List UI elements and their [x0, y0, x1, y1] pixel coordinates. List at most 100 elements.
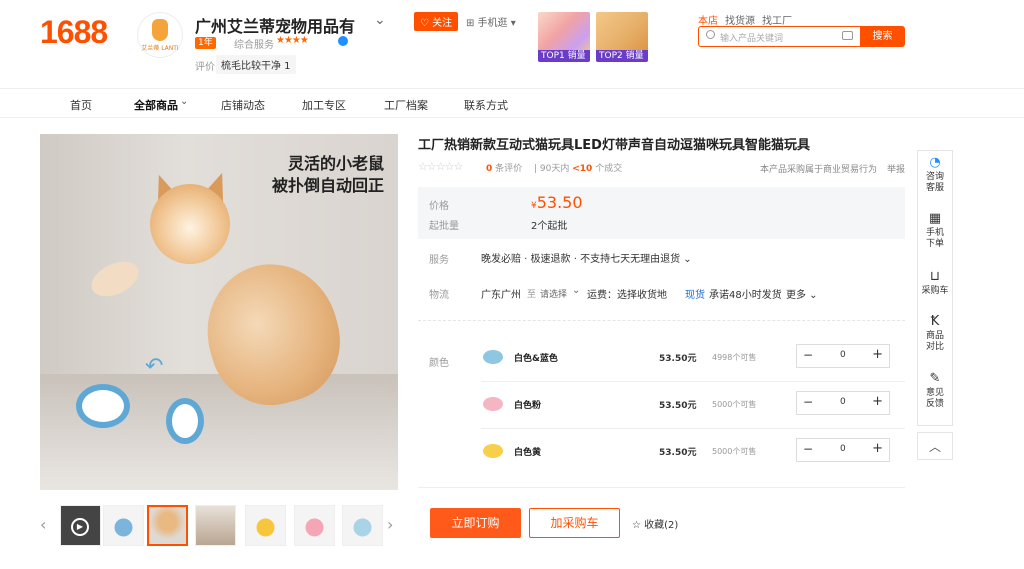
plus-button[interactable]: +	[872, 441, 883, 456]
compare-icon: Ꝁ	[930, 314, 940, 329]
cat-head	[150, 184, 230, 264]
moq-value: 2个起批	[531, 221, 568, 232]
plus-button[interactable]: +	[872, 347, 883, 362]
review-tag[interactable]: 梳毛比较干净 1	[216, 55, 296, 74]
chevron-down-icon[interactable]: ⌄	[572, 285, 580, 296]
thumbnail[interactable]	[245, 505, 286, 546]
thumbnail[interactable]	[342, 505, 383, 546]
rail-service-label: 咨询 客服	[925, 172, 944, 193]
quantity-stepper: − 0 +	[796, 391, 890, 415]
edit-icon: ✎	[929, 371, 941, 386]
more-logistics-link[interactable]: 更多 ⌄	[786, 286, 818, 301]
sales-prefix: 90天内	[539, 164, 570, 174]
sku-row: 白色&蓝色 53.50元 4998个可售 − 0 +	[481, 336, 905, 382]
service-stars: ★★★★	[276, 35, 309, 46]
sku-stock: 4998个可售	[712, 353, 757, 362]
nav-processing[interactable]: 加工专区	[302, 97, 346, 113]
toy-mouse	[166, 398, 204, 444]
service-guarantees[interactable]: 晚发必赔 · 极速退款 · 不支持七天无理由退货 ⌄	[481, 250, 692, 265]
price-label: 价格	[429, 201, 449, 212]
thumbnail[interactable]	[294, 505, 335, 546]
overall-service-label: 综合服务	[234, 40, 274, 51]
ship-to-select[interactable]: 请选择	[540, 287, 567, 300]
image-overlay-text: 灵活的小老鼠	[287, 154, 384, 173]
nav-all-products[interactable]: 全部商品	[134, 97, 178, 113]
sales-suffix: 个成交	[595, 164, 623, 174]
thumbnail-selected[interactable]	[147, 505, 188, 546]
price-panel	[418, 187, 905, 239]
nav-contact[interactable]: 联系方式	[464, 97, 508, 113]
play-icon: ▶	[71, 518, 89, 536]
favorite-button[interactable]: ☆ 收藏(2)	[632, 516, 678, 531]
follow-button[interactable]: ♡ 关注	[414, 12, 459, 31]
nav-factory-archive[interactable]: 工厂档案	[384, 97, 428, 113]
sku-thumbnail[interactable]	[483, 350, 503, 364]
thumb-prev-icon[interactable]: ‹	[40, 505, 52, 545]
qrcode-icon: ▦	[928, 211, 942, 226]
search-button[interactable]: 搜索	[860, 26, 905, 47]
minus-button[interactable]: −	[803, 395, 813, 409]
promo-top2-badge: TOP2 销量	[596, 50, 648, 62]
minus-button[interactable]: −	[803, 348, 813, 362]
buy-now-button[interactable]: 立即订购	[430, 508, 521, 538]
price-value: ¥53.50	[531, 193, 583, 212]
mobile-shop-link[interactable]: ⊞ 手机逛 ▾	[466, 14, 516, 29]
review-count-number: 0	[486, 164, 493, 174]
thumbnail[interactable]	[195, 505, 236, 546]
rail-feedback[interactable]: ✎ 意见 反馈	[917, 372, 953, 410]
ship-to-label: 至	[527, 290, 537, 300]
back-to-top-button[interactable]: ︿	[917, 432, 953, 460]
search-placeholder: 输入产品关键词	[720, 34, 784, 44]
chat-icon: ◔	[929, 155, 941, 170]
review-label: 评价	[195, 62, 215, 73]
thumbnail-video[interactable]: ▶	[60, 505, 101, 546]
image-overlay-text: 被扑倒自动回正	[271, 176, 384, 195]
hand-icon	[152, 18, 168, 41]
chevron-down-icon[interactable]: ⌄	[374, 12, 386, 28]
shop-name[interactable]: 广州艾兰蒂宠物用品有	[195, 13, 355, 37]
sku-thumbnail[interactable]	[483, 397, 503, 411]
ship-promise: 承诺48小时发货	[709, 290, 782, 301]
search-icon	[706, 30, 715, 39]
toy-mouse	[76, 384, 130, 428]
service-label: 服务	[429, 255, 449, 266]
quantity-input[interactable]: 0	[840, 397, 846, 407]
sku-price: 53.50元	[659, 448, 697, 458]
review-count[interactable]: 0 条评价	[486, 161, 522, 174]
promo-top2[interactable]: TOP2 销量	[596, 12, 648, 62]
main-product-image[interactable]: ↶ 灵活的小老鼠 被扑倒自动回正	[40, 134, 398, 490]
rating-stars: ☆☆☆☆☆	[418, 160, 463, 173]
sku-name: 白色黄	[514, 448, 542, 458]
nav-shop-news[interactable]: 店铺动态	[221, 97, 265, 113]
rail-compare[interactable]: Ꝁ 商品 对比	[917, 315, 953, 353]
promo-top1[interactable]: TOP1 销量	[538, 12, 590, 62]
thumbnail[interactable]	[103, 505, 144, 546]
quantity-input[interactable]: 0	[840, 444, 846, 454]
thumb-next-icon[interactable]: ›	[387, 505, 399, 545]
quantity-input[interactable]: 0	[840, 350, 846, 360]
sku-name: 白色&蓝色	[514, 354, 558, 364]
camera-icon[interactable]	[842, 31, 853, 40]
years-badge: 1年	[195, 37, 216, 49]
shop-avatar[interactable]: 艾兰蒂 LANTI	[137, 12, 183, 58]
sales-90-days: | 90天内 <10 个成交	[534, 164, 623, 174]
sales-number: <10	[572, 164, 593, 174]
rail-mobile-order[interactable]: ▦ 手机 下单	[917, 212, 953, 250]
logistics-label: 物流	[429, 290, 449, 301]
sku-thumbnail[interactable]	[483, 444, 503, 458]
chevron-down-icon[interactable]: ⌄	[180, 96, 188, 107]
site-logo[interactable]: 1688	[40, 14, 108, 51]
search-tab-find-source[interactable]: 找货源	[725, 12, 755, 27]
quantity-stepper: − 0 +	[796, 344, 890, 368]
add-to-cart-button[interactable]: 加采购车	[529, 508, 620, 538]
minus-button[interactable]: −	[803, 442, 813, 456]
rail-compare-label: 商品 对比	[925, 331, 944, 352]
rail-cart[interactable]: ⊔ 采购车	[917, 270, 953, 297]
rail-customer-service[interactable]: ◔ 咨询 客服	[917, 156, 953, 194]
plus-button[interactable]: +	[872, 394, 883, 409]
report-link[interactable]: 举报	[887, 162, 905, 175]
search-tab-this-shop[interactable]: 本店	[698, 12, 718, 27]
search-tab-find-factory[interactable]: 找工厂	[762, 12, 792, 27]
nav-home[interactable]: 首页	[70, 97, 92, 113]
sku-price: 53.50元	[659, 401, 697, 411]
